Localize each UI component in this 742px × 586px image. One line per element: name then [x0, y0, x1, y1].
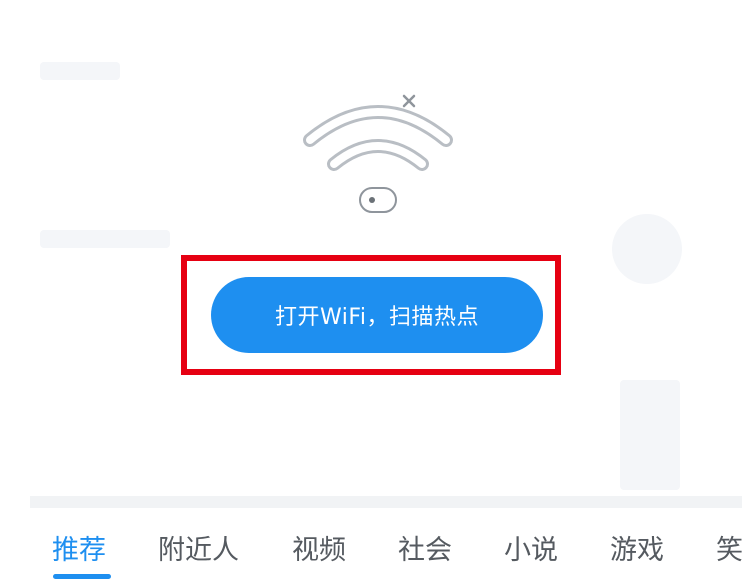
background-placeholder: [40, 230, 170, 248]
tab-society[interactable]: 社会: [398, 528, 452, 567]
background-placeholder: [612, 214, 682, 284]
tab-nearby-people[interactable]: 附近人: [158, 528, 239, 567]
tab-jokes[interactable]: 笑: [716, 528, 742, 567]
tab-novels[interactable]: 小说: [504, 528, 558, 567]
close-icon: [402, 94, 416, 108]
tab-games[interactable]: 游戏: [610, 528, 664, 567]
active-tab-indicator: [53, 574, 111, 579]
app-screen: 打开WiFi，扫描热点 推荐 附近人 视频 社会 小说 游戏 笑: [0, 0, 742, 586]
wifi-disconnected-icon: [303, 94, 453, 213]
background-placeholder: [40, 62, 120, 80]
category-tab-bar: 推荐 附近人 视频 社会 小说 游戏 笑: [0, 512, 742, 586]
tab-recommended[interactable]: 推荐: [52, 528, 106, 567]
section-divider: [30, 496, 742, 508]
open-wifi-scan-button[interactable]: 打开WiFi，扫描热点: [211, 277, 543, 353]
background-placeholder: [620, 380, 680, 490]
tab-videos[interactable]: 视频: [292, 528, 346, 567]
